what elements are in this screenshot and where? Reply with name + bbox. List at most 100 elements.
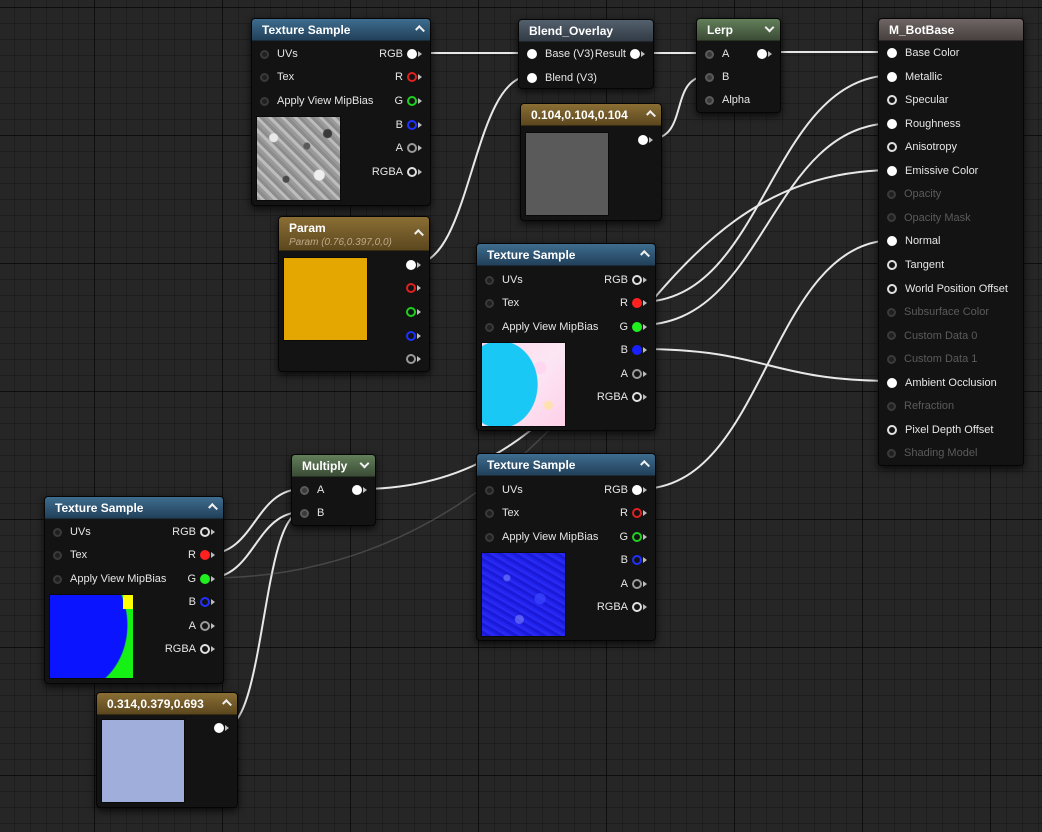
pin-icon[interactable] [53,574,62,584]
material-result-node[interactable]: M_BotBase Base Color Metallic Specular Roug… [878,18,1024,466]
output-pin-rgb[interactable]: RGB [604,273,647,287]
input-pin-a[interactable]: A [300,483,324,497]
pin-icon[interactable] [406,283,416,294]
pin-icon[interactable] [485,322,494,332]
pin-icon[interactable] [887,260,897,271]
lerp-node[interactable]: Lerp A B Alpha [696,18,781,113]
chevron-down-icon[interactable] [359,458,370,469]
pin-icon[interactable] [757,49,767,60]
pin-icon[interactable] [630,49,640,60]
output-pin-a[interactable]: A [396,141,422,155]
input-pin-mipbias[interactable]: Apply View MipBias [53,572,166,586]
pin-icon[interactable] [632,579,642,590]
pin-icon[interactable] [407,120,417,131]
pin-icon[interactable] [407,96,417,107]
output-pin-a[interactable]: A [621,367,647,381]
output-pin-g[interactable]: G [394,94,422,108]
output-pin-rgba[interactable]: RGBA [597,390,647,404]
material-input-anisotropy[interactable]: Anisotropy [887,140,957,154]
input-pin-uvs[interactable]: UVs [485,483,523,497]
output-pin-g[interactable]: G [619,530,647,544]
output-pin-a[interactable] [406,352,421,366]
output-pin-r[interactable]: R [620,296,647,310]
output-pin-r[interactable]: R [395,70,422,84]
pin-icon[interactable] [485,485,494,495]
pin-icon[interactable] [887,118,897,129]
pin-icon[interactable] [260,49,269,59]
output-pin-r[interactable]: R [620,506,647,520]
input-pin-base[interactable]: Base (V3) [527,47,594,61]
output-pin-g[interactable]: G [619,320,647,334]
pin-icon[interactable] [705,72,714,82]
chevron-down-icon[interactable] [764,22,775,33]
output-pin-g[interactable] [406,305,421,319]
pin-icon[interactable] [632,508,642,519]
node-header[interactable]: 0.314,0.379,0.693 [97,693,237,715]
pin-icon[interactable] [53,527,62,537]
material-input-metallic[interactable]: Metallic [887,70,942,84]
node-header[interactable]: Texture Sample [477,454,655,476]
pin-icon[interactable] [632,275,642,286]
output-pin-rgba[interactable]: RGBA [597,600,647,614]
output-pin-a[interactable]: A [621,577,647,591]
constant-vector-node-gray[interactable]: 0.104,0.104,0.104 [520,103,662,221]
output-pin-rgb[interactable] [406,258,421,272]
pin-icon[interactable] [705,49,714,59]
node-header[interactable]: Lerp [697,19,780,41]
pin-icon[interactable] [352,485,362,496]
collapse-arrow-icon[interactable] [222,699,232,709]
pin-icon[interactable] [406,260,416,271]
material-input-normal[interactable]: Normal [887,234,940,248]
output-pin[interactable] [638,133,653,147]
node-header[interactable]: Blend_Overlay [519,20,653,42]
pin-icon[interactable] [214,723,224,734]
pin-icon[interactable] [260,96,269,106]
pin-icon[interactable] [887,95,897,106]
input-pin-b[interactable]: B [300,506,324,520]
output-pin-result[interactable]: Result [595,47,645,61]
pin-icon[interactable] [53,550,62,560]
pin-icon[interactable] [887,71,897,82]
input-pin-alpha[interactable]: Alpha [705,93,750,107]
pin-icon[interactable] [632,369,642,380]
input-pin-a[interactable]: A [705,47,729,61]
pin-icon[interactable] [632,485,642,496]
texture-sample-node-2[interactable]: Texture Sample UVs Tex Apply View MipBia… [476,243,656,431]
pin-icon[interactable] [632,322,642,333]
input-pin-blend[interactable]: Blend (V3) [527,71,597,85]
output-pin-b[interactable] [406,329,421,343]
texture-sample-node-1[interactable]: Texture Sample UVs Tex Apply View MipBia… [251,18,431,206]
node-header[interactable]: Texture Sample [45,497,223,519]
material-input-world-position-offset[interactable]: World Position Offset [887,282,1008,296]
output-pin-b[interactable]: B [621,343,647,357]
texture-sample-node-4[interactable]: Texture Sample UVs Tex Apply View MipBia… [44,496,224,684]
pin-icon[interactable] [200,574,210,585]
output-pin-rgb[interactable]: RGB [379,47,422,61]
pin-icon[interactable] [632,555,642,566]
pin-icon[interactable] [527,49,537,60]
output-pin-rgb[interactable]: RGB [172,525,215,539]
pin-icon[interactable] [638,135,648,146]
material-input-tangent[interactable]: Tangent [887,258,944,272]
collapse-arrow-icon[interactable] [640,250,650,260]
pin-icon[interactable] [632,392,642,403]
pin-icon[interactable] [632,345,642,356]
pin-icon[interactable] [887,165,897,176]
input-pin-uvs[interactable]: UVs [260,47,298,61]
pin-icon[interactable] [200,550,210,561]
pin-icon[interactable] [407,72,417,83]
output-pin-a[interactable]: A [189,619,215,633]
output-pin-b[interactable]: B [621,553,647,567]
input-pin-uvs[interactable]: UVs [53,525,91,539]
pin-icon[interactable] [200,644,210,655]
output-pin[interactable] [757,47,772,61]
pin-icon[interactable] [887,48,897,59]
output-pin-b[interactable]: B [396,118,422,132]
material-input-roughness[interactable]: Roughness [887,117,961,131]
texture-sample-node-3[interactable]: Texture Sample UVs Tex Apply View MipBia… [476,453,656,641]
material-input-ambient-occlusion[interactable]: Ambient Occlusion [887,376,997,390]
pin-icon[interactable] [406,331,416,342]
collapse-arrow-icon[interactable] [415,25,425,35]
pin-icon[interactable] [200,621,210,632]
collapse-arrow-icon[interactable] [640,460,650,470]
